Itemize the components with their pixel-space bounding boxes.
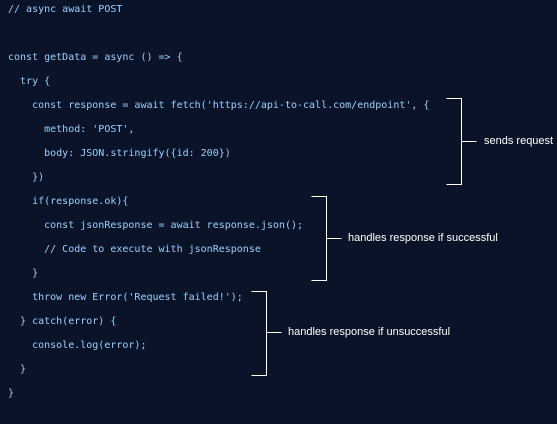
label-handles-failure: handles response if unsuccessful [288,326,451,338]
label-sends-request: sends request [484,135,554,147]
bracket-group [251,98,477,376]
bracket-sends-request [446,98,477,185]
label-handles-success: handles response if successful [348,232,498,244]
bracket-handles-failure [251,291,282,376]
code-diagram-canvas: // async await POST const getData = asyn… [0,0,557,424]
bracket-handles-success [311,196,342,281]
